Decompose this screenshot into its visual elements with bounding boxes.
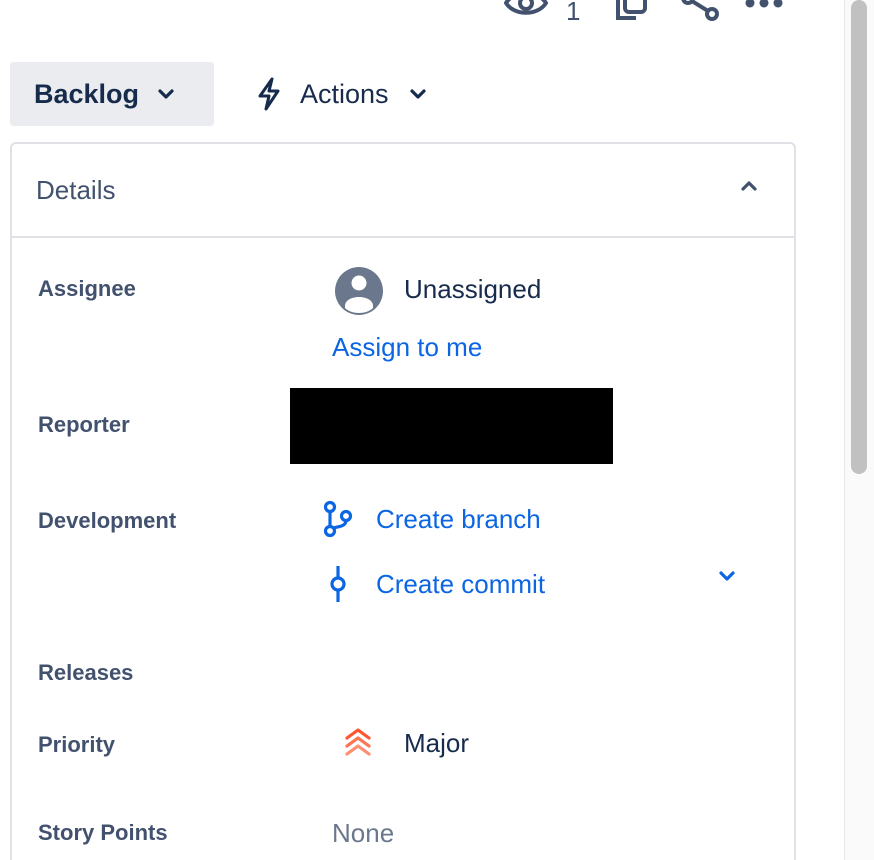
share-icon[interactable] bbox=[680, 0, 720, 27]
releases-label: Releases bbox=[38, 660, 134, 685]
copy-icon[interactable] bbox=[614, 0, 650, 25]
details-panel: Details Assignee Unassigned Assign to me… bbox=[10, 142, 796, 860]
lightning-icon bbox=[256, 77, 282, 111]
scrollbar[interactable] bbox=[844, 0, 874, 860]
branch-icon bbox=[322, 500, 354, 538]
story-points-label: Story Points bbox=[38, 820, 168, 845]
avatar-icon bbox=[334, 266, 384, 316]
reporter-value-redacted bbox=[290, 388, 613, 464]
create-commit-label: Create commit bbox=[376, 568, 546, 599]
chevron-down-icon bbox=[157, 88, 175, 100]
details-title: Details bbox=[36, 174, 116, 205]
development-label: Development bbox=[38, 508, 177, 533]
assignee-value[interactable]: Unassigned bbox=[404, 274, 541, 305]
story-points-value[interactable]: None bbox=[332, 818, 394, 849]
chevron-down-icon[interactable] bbox=[718, 570, 736, 582]
create-branch-link[interactable]: Create branch bbox=[322, 500, 541, 538]
priority-value[interactable]: Major bbox=[404, 728, 469, 759]
chevron-up-icon[interactable] bbox=[740, 180, 758, 192]
actions-label: Actions bbox=[300, 78, 389, 109]
reporter-label: Reporter bbox=[38, 412, 130, 437]
eye-icon[interactable] bbox=[503, 0, 549, 23]
more-icon[interactable] bbox=[744, 0, 784, 14]
priority-major-icon bbox=[344, 726, 372, 763]
chevron-down-icon bbox=[409, 88, 427, 100]
details-panel-header[interactable]: Details bbox=[12, 144, 794, 238]
commit-icon bbox=[322, 564, 354, 604]
assign-to-me-link[interactable]: Assign to me bbox=[332, 332, 482, 363]
create-commit-link[interactable]: Create commit bbox=[322, 564, 545, 604]
status-dropdown-button[interactable]: Backlog bbox=[10, 62, 214, 126]
scrollbar-thumb[interactable] bbox=[851, 0, 867, 474]
assignee-label: Assignee bbox=[38, 276, 136, 301]
priority-label: Priority bbox=[38, 732, 116, 757]
actions-dropdown-button[interactable]: Actions bbox=[246, 62, 466, 126]
watch-count: 1 bbox=[566, 0, 581, 26]
create-branch-label: Create branch bbox=[376, 503, 541, 534]
status-label: Backlog bbox=[34, 78, 140, 109]
